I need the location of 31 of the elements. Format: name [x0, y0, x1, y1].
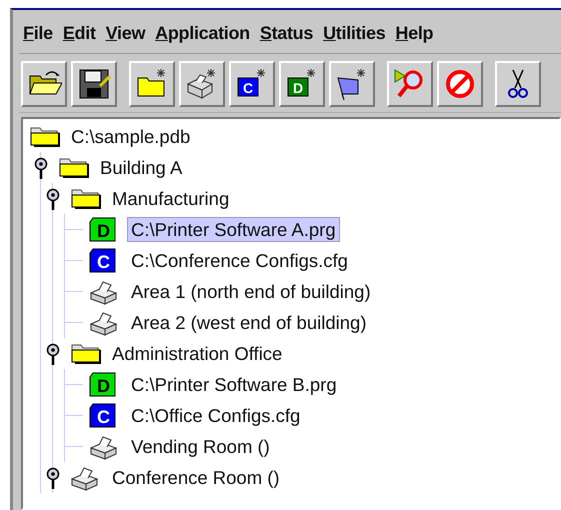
magnifier-button[interactable]: [387, 61, 433, 107]
menu-item[interactable]: File: [23, 20, 53, 47]
tree-item[interactable]: Manufacturing: [108, 186, 234, 212]
menu-item[interactable]: Application: [155, 20, 250, 47]
tree-item[interactable]: Area 1 (north end of building): [127, 278, 375, 304]
menu-item[interactable]: View: [106, 20, 146, 47]
tree-item[interactable]: Building A: [96, 154, 186, 180]
menu-item[interactable]: Utilities: [323, 20, 386, 47]
scissors-button[interactable]: [495, 61, 541, 107]
floppy-disk-button[interactable]: [71, 61, 117, 107]
expand-handle-icon[interactable]: [34, 156, 48, 178]
tree-item[interactable]: Area 2 (west end of building): [127, 310, 370, 336]
expand-handle-icon[interactable]: [46, 188, 60, 210]
tree-item[interactable]: Vending Room (): [127, 434, 274, 460]
tree-item[interactable]: C:\Office Configs.cfg: [127, 402, 304, 428]
tree-item[interactable]: Conference Room (): [108, 464, 284, 490]
expand-handle-icon[interactable]: [46, 466, 60, 488]
tree-item[interactable]: C:\Printer Software B.prg: [127, 372, 341, 398]
new-printer-button[interactable]: [179, 61, 225, 107]
tree-item[interactable]: Administration Office: [108, 340, 286, 366]
open-folder-button[interactable]: [21, 61, 67, 107]
new-flag-button[interactable]: [329, 61, 375, 107]
expand-handle-icon[interactable]: [46, 342, 60, 364]
menu-item[interactable]: Status: [260, 20, 314, 47]
new-folder-button[interactable]: [129, 61, 175, 107]
tree-item[interactable]: C:\sample.pdb: [67, 124, 194, 150]
menu-item[interactable]: Help: [395, 20, 434, 47]
stop-sign-button[interactable]: [437, 61, 483, 107]
tree-item[interactable]: C:\Printer Software A.prg: [127, 216, 340, 242]
menu-item[interactable]: Edit: [62, 20, 96, 47]
tree-item[interactable]: C:\Conference Configs.cfg: [127, 248, 352, 274]
